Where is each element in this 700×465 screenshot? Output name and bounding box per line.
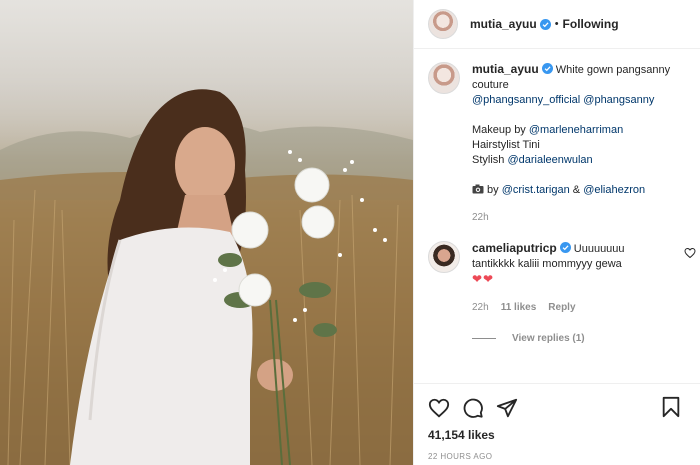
author-username[interactable]: mutia_ayuu — [470, 17, 537, 31]
following-button[interactable]: Following — [563, 17, 619, 31]
caption-tag[interactable]: @phangsanny — [583, 94, 654, 106]
comment-meta: 22h 11 likes Reply — [472, 300, 662, 315]
caption-tag[interactable]: @eliahezron — [583, 184, 645, 196]
author-avatar[interactable] — [428, 9, 458, 39]
post-header: mutia_ayuu • Following — [414, 0, 700, 49]
caption-tag[interactable]: @phangsanny_official — [472, 94, 580, 106]
verified-icon — [559, 242, 571, 253]
caption-gap — [472, 108, 687, 123]
view-replies-label[interactable]: View replies (1) — [512, 333, 585, 344]
post-actions-area: 41,154 likes 22 HOURS AGO — [414, 383, 700, 465]
likes-count[interactable]: 41,154 likes — [414, 428, 700, 442]
bookmark-icon[interactable] — [661, 396, 681, 418]
comment-icon[interactable] — [462, 397, 484, 419]
photo-prefix: by — [487, 184, 499, 196]
camera-icon — [472, 184, 484, 194]
commenter-username[interactable]: cameliaputricp — [472, 241, 557, 255]
caption-time: 22h — [472, 212, 489, 223]
commenter-avatar[interactable] — [428, 241, 460, 273]
comments-section: mutia_ayuu White gown pangsanny couture … — [428, 62, 696, 344]
photo-illustration — [0, 89, 413, 465]
share-icon[interactable] — [496, 397, 518, 419]
makeup-prefix: Makeup by — [472, 124, 526, 136]
verified-icon — [539, 18, 551, 30]
caption-body: mutia_ayuu White gown pangsanny couture … — [472, 62, 687, 225]
caption-line1: White gown pangsanny — [555, 64, 671, 76]
header-separator: • — [554, 18, 559, 30]
caption-username[interactable]: mutia_ayuu — [472, 62, 539, 76]
comment-time: 22h — [472, 302, 489, 313]
comment-hearts: ❤❤ — [472, 272, 495, 286]
like-icon[interactable] — [428, 397, 450, 419]
reply-button[interactable]: Reply — [548, 300, 575, 315]
caption: mutia_ayuu White gown pangsanny couture … — [428, 62, 688, 225]
comment-like-icon[interactable] — [684, 247, 696, 259]
view-replies[interactable]: View replies (1) — [472, 333, 688, 344]
stylish-prefix: Stylish — [472, 154, 505, 166]
caption-line2: couture — [472, 79, 509, 91]
action-bar — [414, 384, 700, 420]
hairstylist-line: Hairstylist Tini — [472, 139, 540, 151]
comment-body: cameliaputricp Uuuuuuuu tantikkkk kaliii… — [472, 241, 662, 315]
post-timestamp: 22 HOURS AGO — [428, 452, 493, 461]
replies-line — [472, 338, 496, 339]
caption-tag[interactable]: @marleneharriman — [529, 124, 623, 136]
comment-likes[interactable]: 11 likes — [501, 300, 537, 315]
photo-and: & — [572, 184, 581, 196]
comment: cameliaputricp Uuuuuuuu tantikkkk kaliii… — [428, 241, 696, 315]
caption-tag[interactable]: @crist.tarigan — [502, 184, 570, 196]
caption-tag[interactable]: @darialeenwulan — [507, 154, 592, 166]
caption-avatar[interactable] — [428, 62, 460, 94]
verified-icon — [541, 63, 553, 74]
post-photo[interactable] — [0, 0, 413, 465]
caption-gap — [472, 168, 687, 183]
post-detail-panel: mutia_ayuu • Following mutia_ayuu White … — [413, 0, 700, 465]
